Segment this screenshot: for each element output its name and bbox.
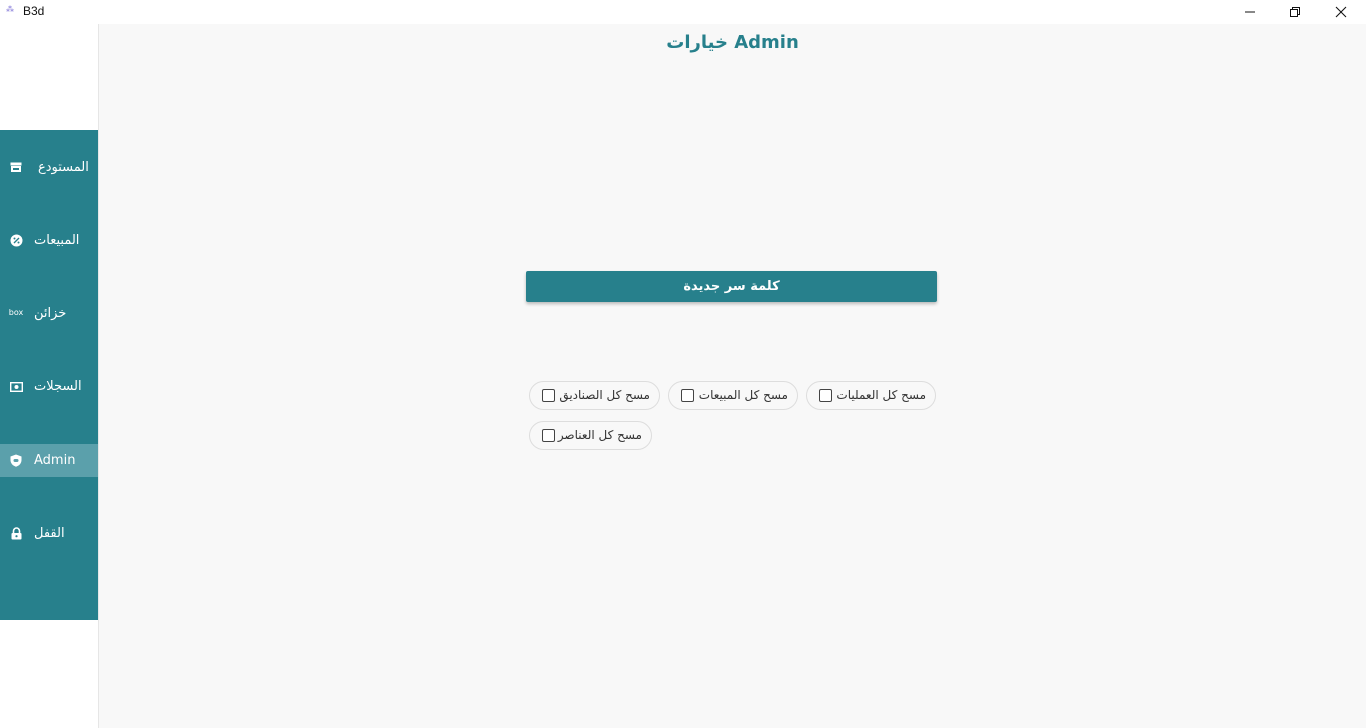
option-label: مسح كل الصناديق [559, 388, 650, 402]
store-icon [9, 161, 23, 175]
close-icon [1335, 6, 1347, 18]
sidebar-item-label: السجلات [34, 379, 82, 394]
option-label: مسح كل المبيعات [698, 388, 788, 402]
checkbox-icon[interactable] [819, 389, 832, 402]
sidebar-item-label: القفل [34, 526, 65, 541]
page-title: خيارات Admin [666, 32, 799, 53]
sidebar-item-lock[interactable]: القفل [0, 517, 98, 550]
sidebar-item-boxes[interactable]: box خزائن [0, 297, 98, 330]
sidebar-item-label: المستودع [38, 160, 89, 175]
sidebar: المستودع المبيعات box خزائن السجلات Admi… [0, 130, 98, 620]
new-password-button[interactable]: كلمة سر جديدة [526, 271, 937, 302]
minimize-button[interactable] [1227, 0, 1273, 24]
restore-icon [1290, 7, 1300, 17]
cash-icon [9, 380, 23, 394]
close-button[interactable] [1318, 0, 1364, 24]
clear-all-boxes-option[interactable]: مسح كل الصناديق [529, 381, 660, 410]
clear-all-items-option[interactable]: مسح كل العناصر [529, 421, 652, 450]
lock-icon [9, 527, 23, 541]
sidebar-item-label: خزائن [34, 306, 67, 321]
window-title: B3d [23, 4, 45, 18]
clear-all-operations-option[interactable]: مسح كل العمليات [806, 381, 936, 410]
discount-badge-icon [9, 234, 23, 248]
checkbox-icon[interactable] [681, 389, 694, 402]
sidebar-item-admin[interactable]: Admin [0, 444, 98, 477]
sidebar-item-records[interactable]: السجلات [0, 370, 98, 403]
app-icon: ⁂ [6, 5, 14, 14]
main-content: خيارات Admin كلمة سر جديدة مسح كل العملي… [99, 24, 1366, 728]
checkbox-icon[interactable] [542, 389, 555, 402]
option-label: مسح كل العمليات [836, 388, 926, 402]
clear-all-sales-option[interactable]: مسح كل المبيعات [668, 381, 798, 410]
box-icon: box [8, 308, 24, 317]
restore-button[interactable] [1272, 0, 1318, 24]
window-titlebar: ⁂ B3d [0, 0, 1366, 24]
sidebar-item-label: المبيعات [34, 233, 80, 248]
sidebar-item-label: Admin [34, 453, 76, 468]
shield-icon [9, 454, 23, 468]
sidebar-item-warehouse[interactable]: المستودع [0, 151, 98, 184]
minimize-icon [1245, 11, 1255, 13]
sidebar-item-sales[interactable]: المبيعات [0, 224, 98, 257]
checkbox-icon[interactable] [542, 429, 555, 442]
option-label: مسح كل العناصر [557, 428, 642, 442]
